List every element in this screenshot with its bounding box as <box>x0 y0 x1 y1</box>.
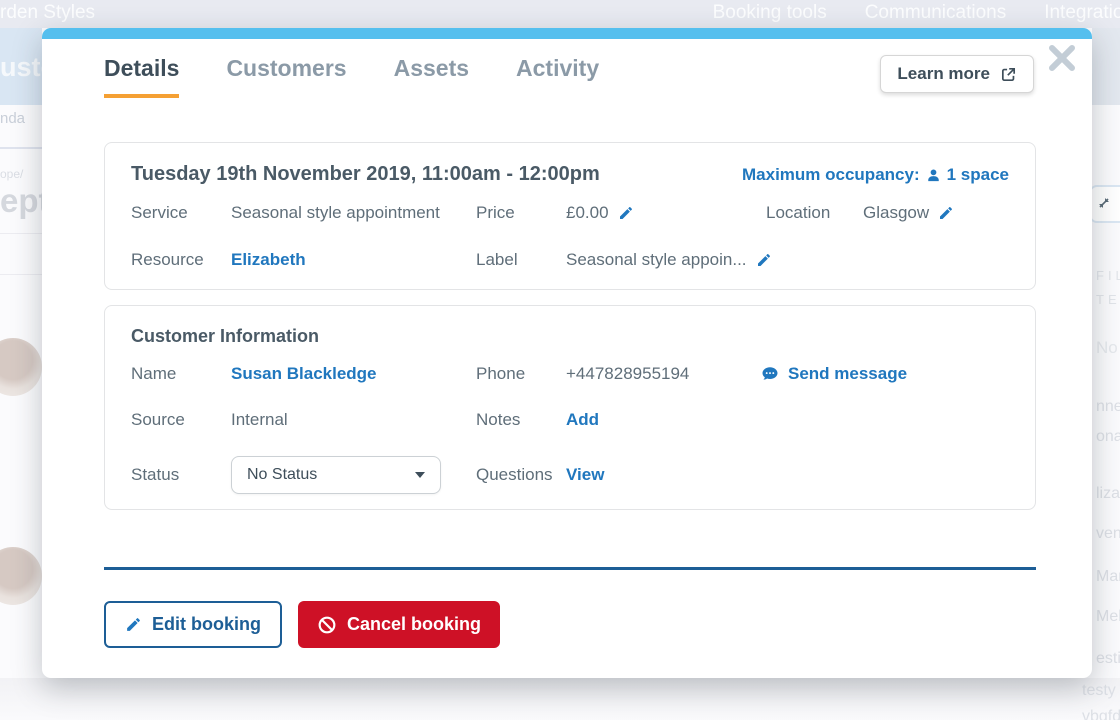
occupancy-label: Maximum occupancy: <box>742 165 920 184</box>
service-value: Seasonal style appointment <box>231 203 440 222</box>
pencil-icon[interactable] <box>618 205 634 221</box>
label-label: Label <box>476 250 518 269</box>
service-label: Service <box>131 203 188 222</box>
edit-booking-button[interactable]: Edit booking <box>104 601 282 648</box>
bg-list-fragment: nne <box>1096 398 1120 415</box>
bg-timezone-fragment: ope/ <box>0 167 24 181</box>
bg-list-fragment: Melan <box>1096 608 1120 625</box>
bg-banner-fragment <box>1092 28 1120 105</box>
edit-booking-label: Edit booking <box>152 614 261 634</box>
bg-list-fragment: No r <box>1096 338 1120 357</box>
notes-label: Notes <box>476 410 521 429</box>
cancel-booking-button[interactable]: Cancel booking <box>297 601 500 648</box>
send-message-button[interactable]: Send message <box>761 364 1009 384</box>
avatar <box>0 338 42 396</box>
modal-tabs: Details Customers Assets Activity <box>104 55 599 98</box>
questions-label: Questions <box>476 465 553 484</box>
price-text: £0.00 <box>566 203 609 222</box>
booking-summary-card: Tuesday 19th November 2019, 11:00am - 12… <box>104 142 1036 290</box>
source-value: Internal <box>231 410 288 429</box>
occupancy-value: 1 space <box>946 165 1009 184</box>
bg-list-fragment: estin <box>1096 650 1120 667</box>
bg-list-fragment: Mary <box>1096 568 1120 585</box>
max-occupancy: Maximum occupancy: 1 space <box>742 165 1009 185</box>
booking-datetime: Tuesday 19th November 2019, 11:00am - 12… <box>131 163 600 185</box>
bg-divider <box>0 147 42 149</box>
location-value: Glasgow <box>863 203 1009 223</box>
bg-agenda-fragment: nda <box>0 110 26 127</box>
bg-top-navbar: rden Styles Booking tools Communications… <box>0 0 1120 28</box>
bg-filter-fragment: FIL <box>1096 268 1120 283</box>
send-message-label: Send message <box>788 364 908 383</box>
learn-more-button[interactable]: Learn more <box>880 55 1034 93</box>
nav-item-communications: Communications <box>864 2 1007 23</box>
pencil-icon <box>127 618 140 631</box>
bg-list-fragment: onal <box>1096 428 1120 445</box>
tab-details[interactable]: Details <box>104 55 180 98</box>
location-label: Location <box>766 203 831 222</box>
tab-activity[interactable]: Activity <box>516 55 599 98</box>
person-icon <box>927 169 939 181</box>
phone-value: +447828955194 <box>566 364 690 383</box>
nav-item-integrations: Integration <box>1044 2 1120 23</box>
modal-accent-bar <box>42 28 1092 39</box>
collapse-icon <box>1099 198 1109 208</box>
footer-divider <box>104 567 1036 570</box>
questions-view-link[interactable]: View <box>566 465 761 485</box>
tab-assets[interactable]: Assets <box>394 55 469 98</box>
external-link-icon <box>1001 67 1016 81</box>
customer-card-title: Customer Information <box>131 326 320 346</box>
bg-bottom-area <box>0 678 1120 720</box>
bg-page-heading-text: usto <box>0 52 42 82</box>
tab-customers[interactable]: Customers <box>226 55 346 98</box>
location-text: Glasgow <box>863 203 930 222</box>
pencil-icon[interactable] <box>938 205 954 221</box>
booking-details-modal: Details Customers Assets Activity Learn … <box>42 28 1092 678</box>
label-value: Seasonal style appoin... <box>566 250 1009 270</box>
caret-down-icon <box>415 472 425 478</box>
customer-name-link[interactable]: Susan Blackledge <box>231 364 476 384</box>
resource-link[interactable]: Elizabeth <box>231 250 476 270</box>
bg-list-fragment: vbgfd <box>1082 708 1120 720</box>
bg-filter-fragment: TER <box>1096 292 1120 307</box>
price-label: Price <box>476 203 515 222</box>
modal-actions: Edit booking Cancel booking <box>104 601 500 648</box>
name-label: Name <box>131 364 177 383</box>
bg-row-line <box>0 233 42 234</box>
prohibition-icon <box>318 616 336 633</box>
cancel-booking-label: Cancel booking <box>346 614 481 634</box>
bg-list-fragment: testy <box>1082 682 1116 699</box>
source-label: Source <box>131 410 185 429</box>
bg-list-fragment: lizab <box>1096 485 1120 502</box>
notes-add-link[interactable]: Add <box>566 410 761 430</box>
close-icon[interactable] <box>1044 41 1080 77</box>
status-dropdown-value: No Status <box>247 466 318 483</box>
bg-collapse-button <box>1089 185 1120 223</box>
phone-label: Phone <box>476 364 526 383</box>
status-label: Status <box>131 465 180 484</box>
label-text: Seasonal style appoin... <box>566 250 747 269</box>
bg-nav-menu: Booking tools Communications Integration <box>713 2 1120 24</box>
brand-name: rden Styles <box>0 2 96 23</box>
bg-list-fragment: vent <box>1096 525 1120 542</box>
bg-row-line <box>0 274 42 275</box>
resource-label: Resource <box>131 250 204 269</box>
pencil-icon[interactable] <box>756 252 772 268</box>
bg-page-heading: usto <box>0 28 42 105</box>
price-value: £0.00 <box>566 203 766 223</box>
avatar <box>0 547 42 605</box>
nav-item-booking-tools: Booking tools <box>712 2 827 23</box>
learn-more-label: Learn more <box>897 64 990 83</box>
status-dropdown[interactable]: No Status <box>231 456 441 494</box>
customer-info-card: Customer Information Name Susan Blackled… <box>104 305 1036 510</box>
message-icon <box>762 367 778 380</box>
